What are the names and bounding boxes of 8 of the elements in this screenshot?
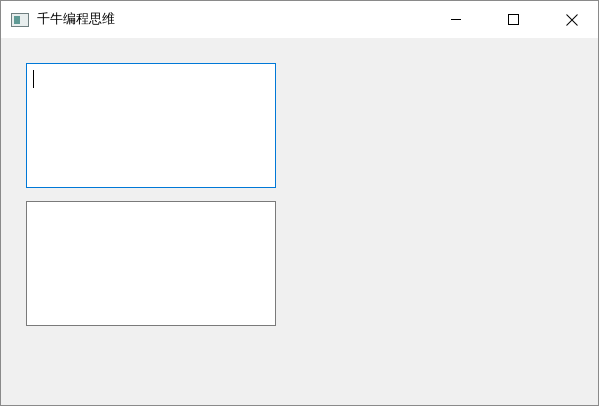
text-cursor [33, 70, 34, 88]
text-field[interactable] [26, 63, 276, 188]
app-icon [11, 12, 29, 26]
minimize-icon [451, 19, 461, 20]
close-icon [566, 14, 578, 26]
window-title: 千牛编程思维 [37, 10, 115, 29]
text-field[interactable] [26, 201, 276, 326]
maximize-icon [508, 14, 520, 26]
